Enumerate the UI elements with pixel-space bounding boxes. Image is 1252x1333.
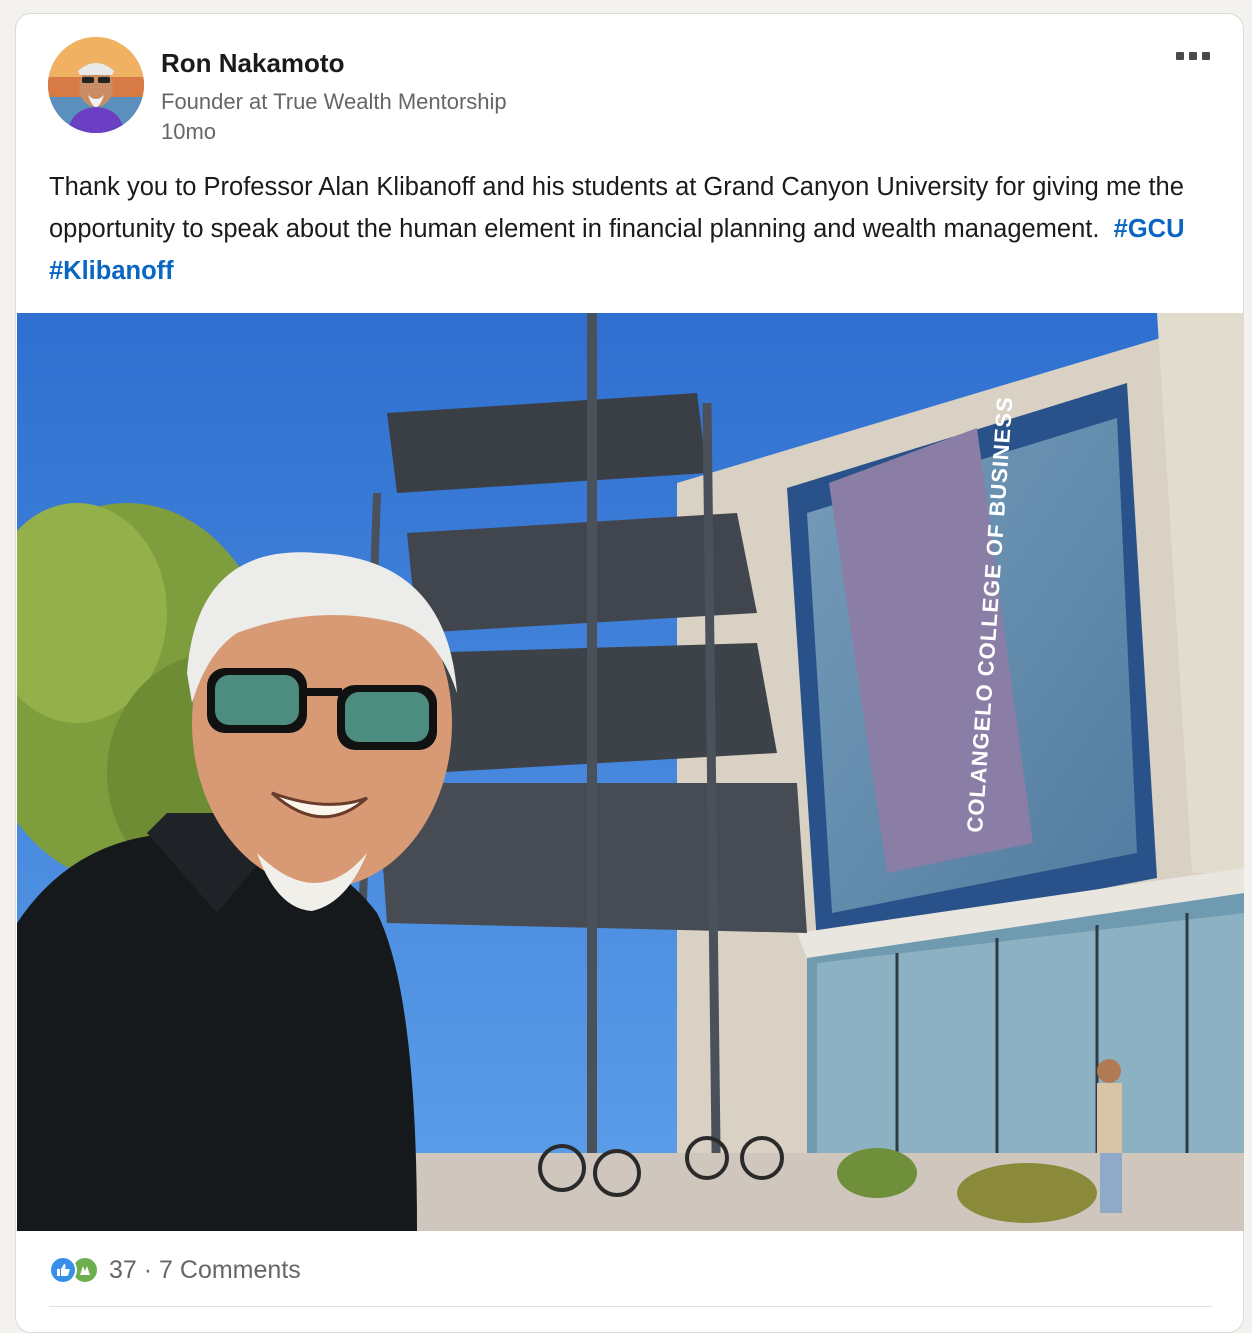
author-headline: Founder at True Wealth Mentorship (161, 89, 507, 114)
comments-count-link[interactable]: 7 Comments (159, 1256, 301, 1284)
more-options-button[interactable] (1168, 44, 1218, 68)
building-selfie-photo: COLANGELO COLLEGE OF BUSINESS (17, 313, 1244, 1231)
post-timestamp: 10mo (161, 119, 217, 144)
author-name[interactable]: Ron Nakamoto (161, 48, 344, 79)
reaction-count[interactable]: 37 (109, 1256, 137, 1284)
ellipsis-icon (1176, 52, 1184, 60)
avatar-photo (48, 37, 144, 133)
social-counts: 37 · 7 Comments (49, 1254, 301, 1286)
divider (49, 1306, 1212, 1307)
hashtag-link-klibanoff[interactable]: #Klibanoff (49, 257, 174, 285)
hashtag-link-gcu[interactable]: #GCU (1114, 215, 1185, 243)
counts-separator: · (143, 1255, 153, 1284)
post-image[interactable]: COLANGELO COLLEGE OF BUSINESS (17, 313, 1244, 1231)
post-text: Thank you to Professor Alan Klibanoff an… (49, 166, 1199, 292)
like-icon[interactable] (49, 1256, 77, 1284)
counts-text: 37 · 7 Comments (109, 1256, 301, 1285)
author-avatar[interactable] (48, 37, 144, 133)
post-card: Ron Nakamoto Founder at True Wealth Ment… (15, 13, 1244, 1333)
post-body: Thank you to Professor Alan Klibanoff an… (49, 173, 1184, 243)
